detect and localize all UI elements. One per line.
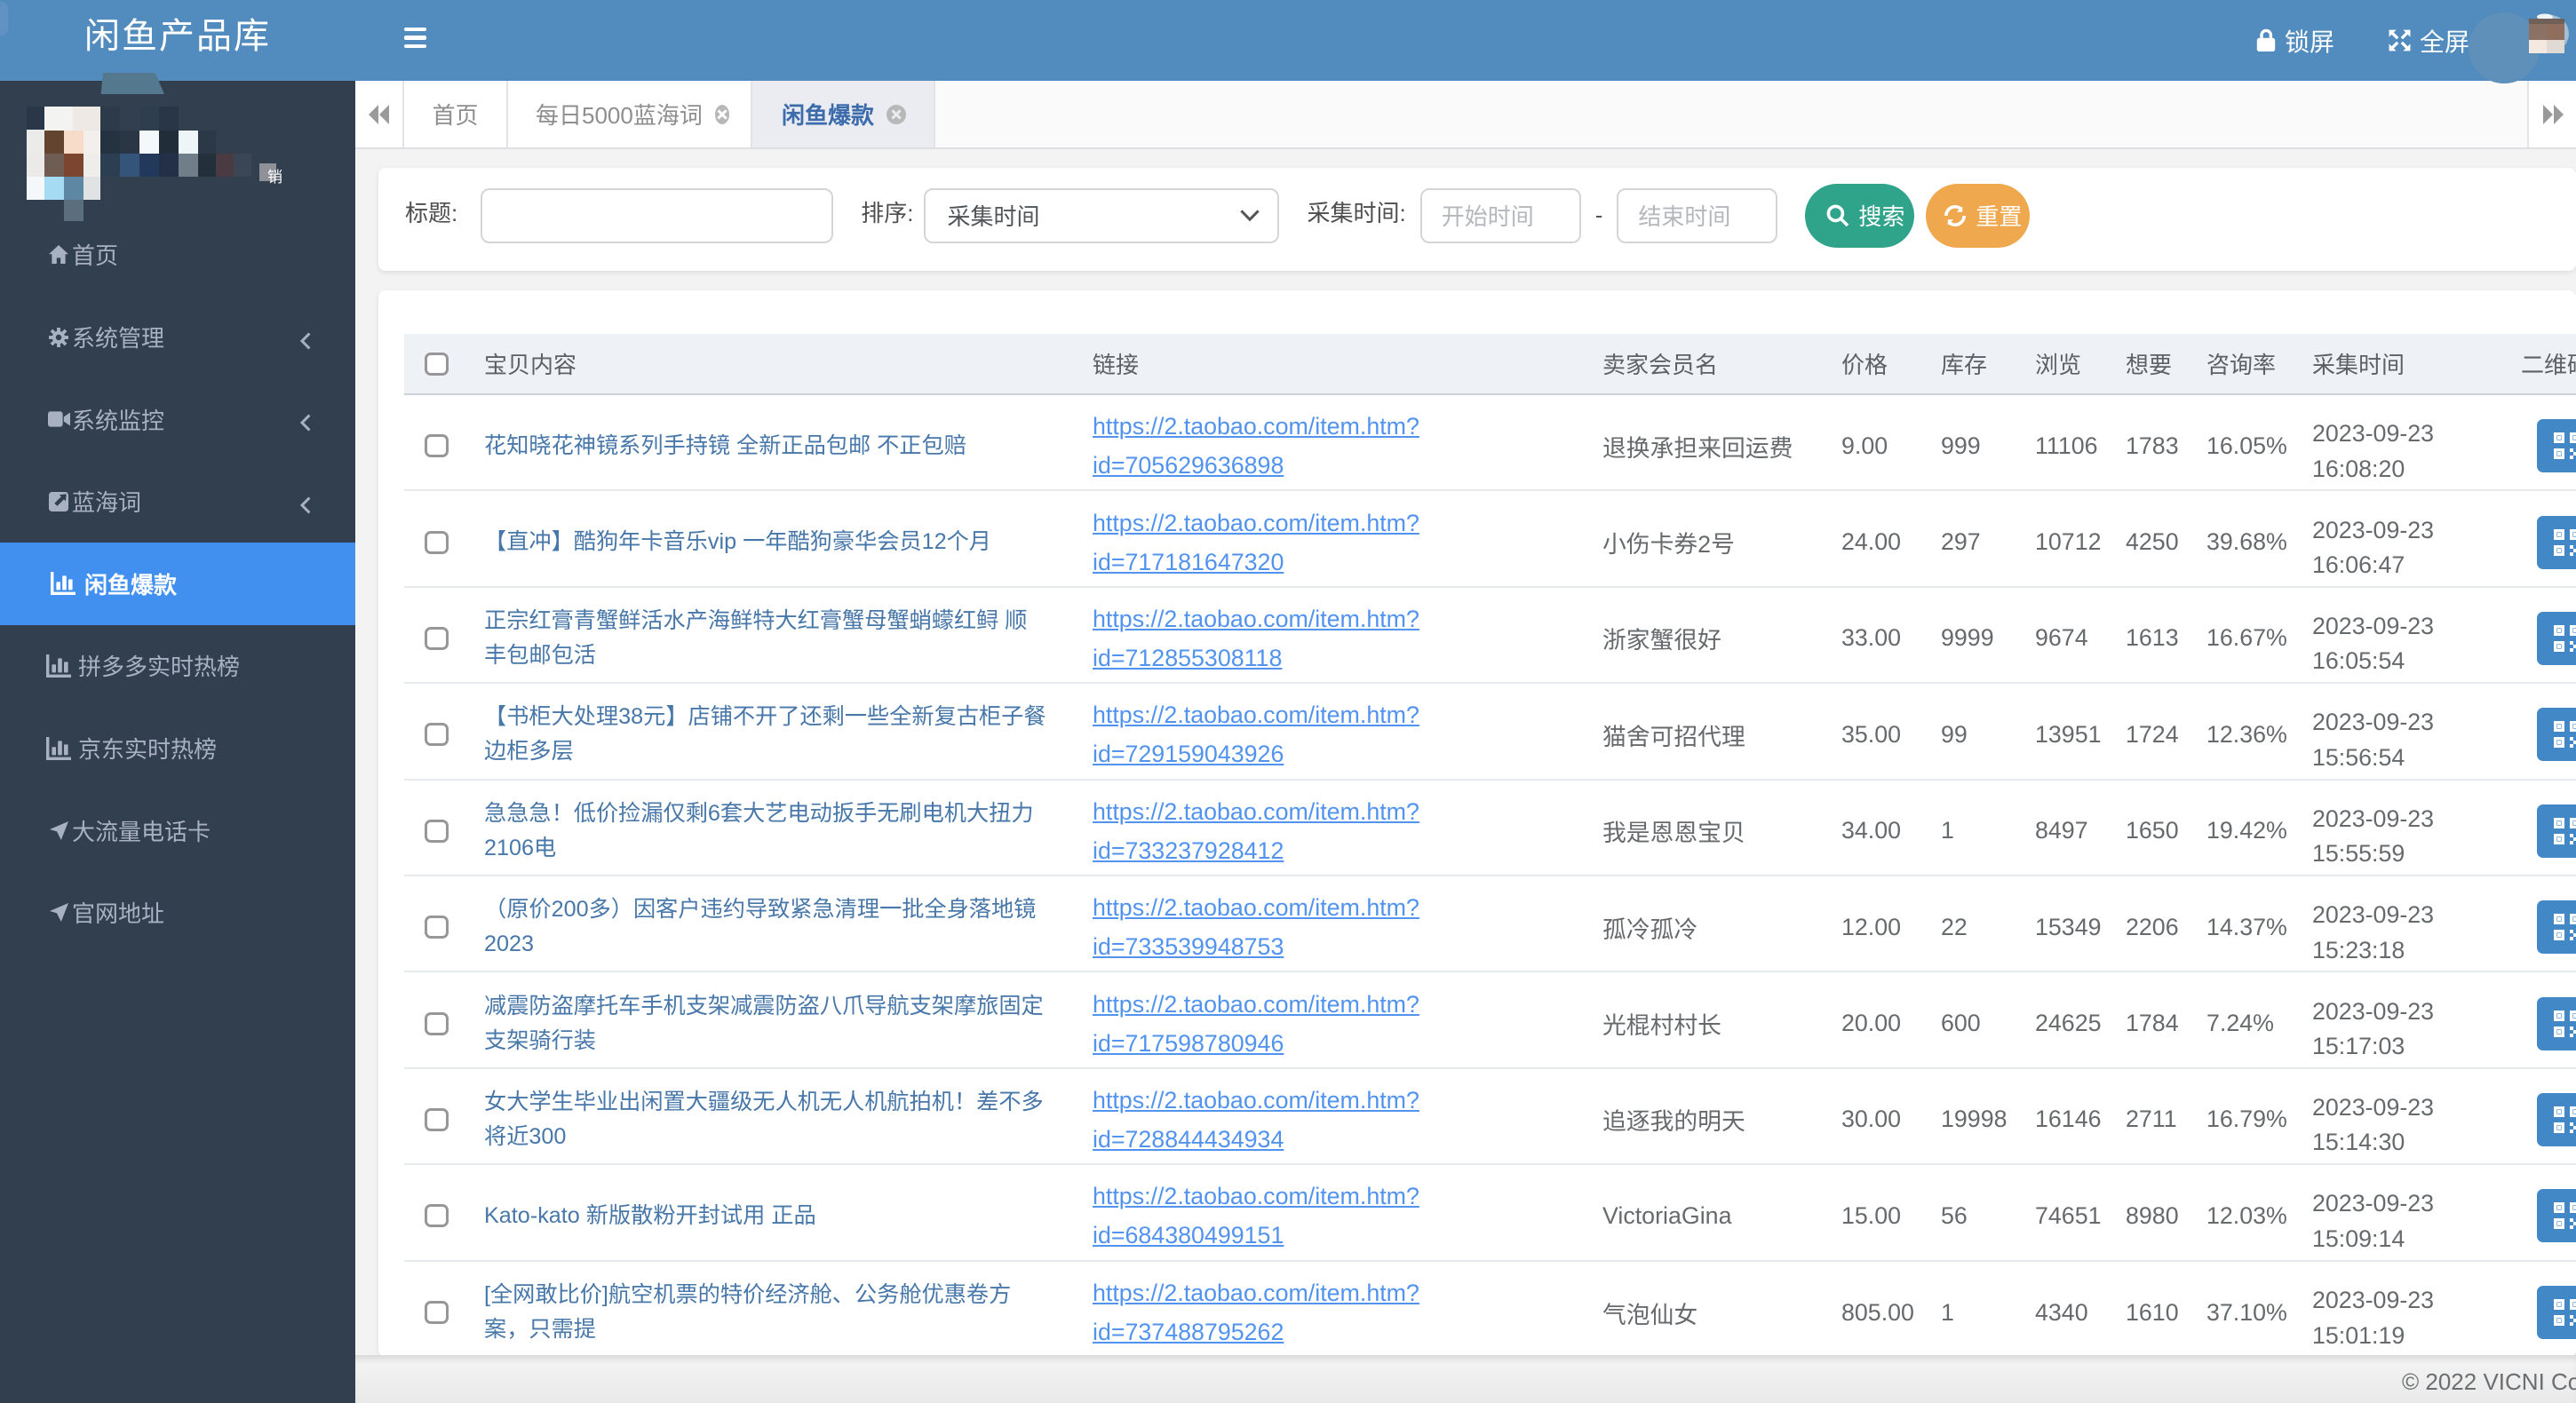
svg-text:销: 销	[267, 169, 282, 186]
